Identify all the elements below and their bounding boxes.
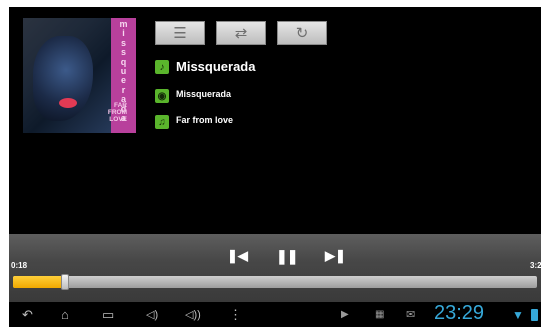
play-notification-icon[interactable]: ▶ — [341, 309, 349, 320]
album-art-subtitle-line: FAR — [114, 102, 127, 109]
artist-icon: ◉ — [155, 89, 169, 103]
song-title: Missquerada — [176, 59, 256, 74]
music-player-screen: missquerada FAR FROM LOVE ☰ ⇄ ↻ ♪ Missqu… — [9, 7, 541, 327]
home-icon[interactable]: ⌂ — [61, 307, 69, 322]
next-track-button[interactable]: ▶❚ — [325, 248, 346, 264]
album-name: Far from love — [176, 115, 234, 125]
image-notification-icon[interactable]: ▦ — [375, 309, 384, 320]
back-icon[interactable]: ↶ — [22, 307, 33, 323]
shuffle-button[interactable]: ⇄ — [216, 21, 266, 45]
pause-button[interactable]: ❚❚ — [276, 248, 298, 265]
elapsed-time: 0:18 — [11, 261, 28, 270]
song-icon: ♪ — [155, 60, 169, 74]
album-art-subtitle-line: FROM — [107, 109, 127, 116]
previous-track-button[interactable]: ❚◀ — [227, 248, 248, 264]
progress-bar[interactable] — [13, 274, 537, 290]
list-icon: ☰ — [173, 25, 187, 42]
album-art-subtitle: FAR FROM LOVE — [87, 102, 127, 123]
skip-previous-icon: ❚◀ — [227, 248, 248, 263]
volume-up-icon[interactable]: ◁)) — [185, 308, 201, 321]
pause-icon: ❚❚ — [276, 248, 298, 264]
repeat-icon: ↻ — [295, 25, 309, 42]
playback-control-bar: ❚◀ ❚❚ ▶❚ 0:18 3:2 — [9, 234, 541, 302]
progress-fill — [13, 276, 66, 288]
menu-icon[interactable]: ⋮ — [229, 307, 242, 323]
shuffle-icon: ⇄ — [234, 25, 248, 42]
artist-name: Missquerada — [176, 89, 232, 99]
repeat-button[interactable]: ↻ — [277, 21, 327, 45]
recent-apps-icon[interactable]: ▭ — [102, 307, 114, 323]
album-icon: ♫ — [155, 115, 169, 129]
total-time: 3:2 — [530, 261, 541, 270]
mail-notification-icon[interactable]: ✉ — [406, 308, 415, 321]
album-art-lips — [59, 98, 77, 108]
album-art-subtitle-line: LOVE — [109, 116, 127, 123]
volume-down-icon[interactable]: ◁) — [146, 308, 158, 321]
album-art: missquerada FAR FROM LOVE — [23, 18, 136, 133]
skip-next-icon: ▶❚ — [325, 248, 346, 263]
battery-icon — [531, 309, 538, 321]
system-navigation-bar: ↶ ⌂ ▭ ◁) ◁)) ⋮ ▶ ▦ ✉ 23:29 ▼ — [9, 302, 541, 327]
wifi-icon: ▼ — [512, 308, 524, 322]
clock: 23:29 — [434, 302, 485, 324]
now-playing-list-button[interactable]: ☰ — [155, 21, 205, 45]
progress-thumb[interactable] — [61, 274, 70, 290]
